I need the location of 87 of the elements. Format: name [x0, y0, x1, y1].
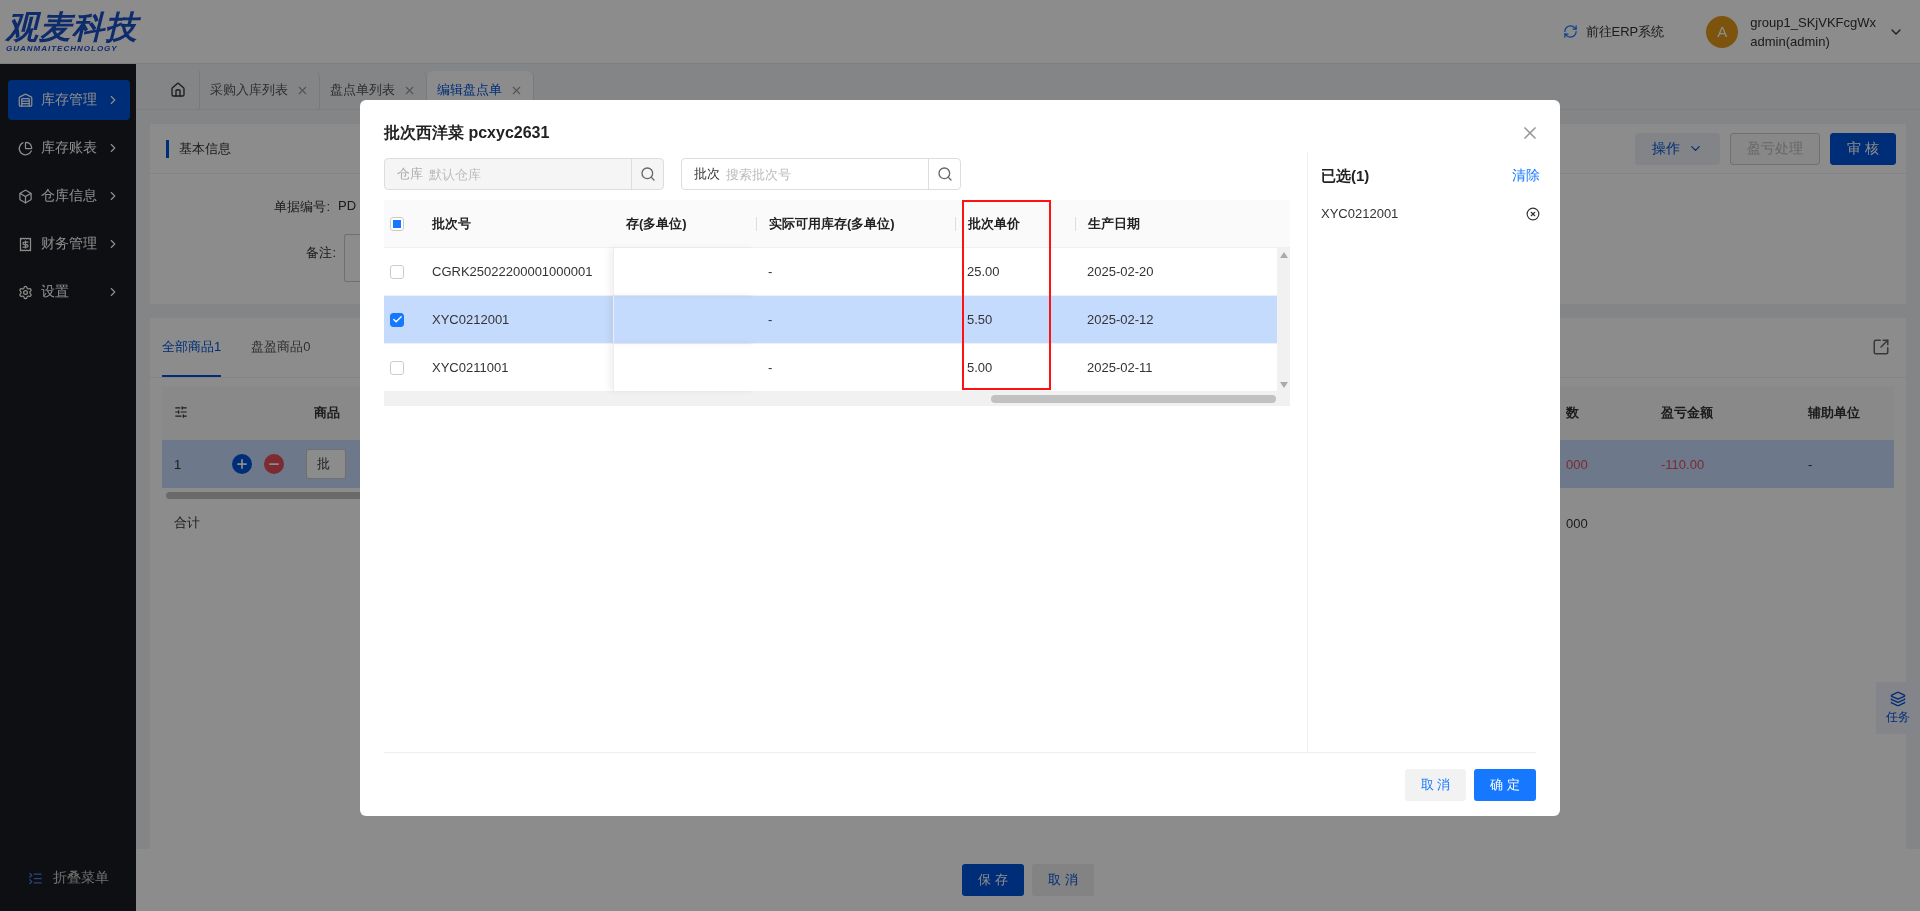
column-header: 辅助单位 — [1807, 404, 1861, 422]
table-cell-text: XYC0211001 — [431, 360, 510, 375]
batch-row[interactable]: XYC0212001 - 5.50 2025-02-12 — [384, 296, 1277, 344]
batch-row[interactable]: CGRK25022200001000001 - 25.00 2025-02-20 — [384, 248, 1277, 296]
field-label: 备注: — [306, 244, 336, 262]
menu-icon — [18, 140, 33, 156]
scrollbar[interactable] — [1277, 248, 1290, 392]
action-button[interactable]: 审 核 — [1830, 132, 1896, 165]
batch-row[interactable]: XYC0211001 - 5.00 2025-02-11 — [384, 344, 1277, 392]
table-cell-text: -110.00 — [1660, 456, 1706, 472]
selected-title: 已选(1) — [1321, 166, 1370, 186]
goods-tab[interactable]: 全部商品1 — [162, 318, 222, 377]
scroll-up-icon[interactable] — [1279, 252, 1288, 258]
scroll-down-icon[interactable] — [1279, 382, 1288, 388]
column-header: 批次单价 — [955, 216, 1075, 231]
footer-button[interactable]: 保 存 — [962, 864, 1024, 896]
batch-input[interactable]: 批 — [306, 449, 346, 479]
collapse-icon — [28, 870, 43, 886]
goods-tab[interactable]: 盘盈商品0 — [251, 318, 311, 377]
clear-link[interactable]: 清除 — [1512, 167, 1540, 185]
table-cell-text: 000 — [1565, 456, 1589, 472]
sidebar-item[interactable]: 设置 — [8, 272, 130, 312]
menu-icon — [18, 236, 33, 252]
sidebar-item[interactable]: 财务管理 — [8, 224, 130, 264]
sidebar-item[interactable]: 库存管理 — [8, 80, 130, 120]
column-header: 生产日期 — [1075, 216, 1290, 231]
row-checkbox[interactable] — [390, 264, 404, 279]
table-cell-text: 25.00 — [966, 264, 1001, 279]
column-settings-icon[interactable] — [174, 404, 188, 419]
warehouse-search-field[interactable]: 仓库 默认仓库 — [384, 158, 664, 190]
user-name: group1_SKjVKFcgWx — [1750, 14, 1876, 30]
table-cell-text: 5.50 — [966, 312, 994, 327]
menu-icon — [18, 188, 33, 204]
table-cell-text: - — [767, 360, 774, 375]
field-label: 单据编号: — [274, 198, 330, 216]
row-checkbox[interactable] — [390, 312, 404, 327]
plus-icon — [235, 457, 249, 471]
batch-search-field[interactable]: 批次 搜索批次号 — [681, 158, 961, 190]
user-role: admin(admin) — [1750, 33, 1831, 49]
search-icon[interactable] — [639, 166, 656, 182]
total-value: 000 — [1565, 515, 1589, 531]
task-button[interactable]: 任务 — [1876, 682, 1920, 734]
scrollbar[interactable] — [384, 392, 1290, 406]
search-input[interactable]: 搜索批次号 — [720, 166, 928, 182]
sidebar-item[interactable]: 库存账表 — [8, 128, 130, 168]
logo-subtitle: GUANMAITECHNOLOGY — [6, 44, 119, 54]
table-cell-text: - — [767, 312, 774, 327]
menu-icon — [18, 92, 33, 108]
footer-button[interactable]: 取 消 — [1032, 864, 1094, 896]
column-header: 商品 — [313, 404, 341, 422]
column-header: 盈亏金额 — [1660, 404, 1714, 422]
sidebar-item[interactable]: 仓库信息 — [8, 176, 130, 216]
erp-link[interactable]: 前往ERP系统 — [1562, 22, 1665, 41]
column-header: 批次号 — [431, 216, 472, 231]
section-title: 基本信息 — [166, 139, 231, 158]
table-cell-text: 2025-02-11 — [1086, 360, 1154, 375]
row-index: 1 — [173, 456, 183, 472]
dialog-button[interactable]: 确 定 — [1474, 768, 1536, 801]
column-header: 存(多单位) — [625, 216, 688, 231]
column-header: 实际可用库存(多单位) — [756, 216, 955, 231]
total-label: 合计 — [173, 514, 201, 532]
table-cell-text: 2025-02-12 — [1086, 312, 1155, 327]
field-value: PD — [338, 198, 358, 213]
page-tab[interactable]: 采购入库列表 — [200, 71, 320, 109]
layers-icon — [1890, 690, 1906, 707]
collapse-menu-button[interactable]: 折叠菜单 — [8, 869, 130, 887]
sync-icon — [1562, 24, 1578, 39]
dialog-title: 批次西洋菜 pcxyc2631 — [384, 122, 550, 143]
search-icon[interactable] — [936, 166, 953, 182]
remove-icon[interactable] — [1526, 206, 1540, 221]
table-cell-text: 5.00 — [966, 360, 994, 375]
table-cell-text: - — [767, 264, 774, 279]
selected-item: XYC0212001 — [1321, 206, 1399, 221]
table-cell-text: XYC0212001 — [431, 312, 511, 327]
select-all-checkbox[interactable] — [390, 216, 404, 231]
menu-icon — [18, 284, 33, 300]
table-cell-text: - — [1807, 456, 1814, 472]
expand-icon[interactable] — [1872, 337, 1890, 356]
column-header: 数 — [1565, 404, 1580, 422]
table-cell-text: CGRK25022200001000001 — [431, 264, 594, 279]
dialog-button[interactable]: 取 消 — [1404, 768, 1467, 801]
add-button[interactable] — [232, 454, 252, 474]
row-checkbox[interactable] — [390, 360, 404, 375]
home-icon — [169, 82, 186, 98]
table-cell-text: 2025-02-20 — [1086, 264, 1155, 279]
action-button[interactable]: 操作 — [1635, 132, 1721, 165]
remove-button[interactable] — [264, 454, 284, 474]
